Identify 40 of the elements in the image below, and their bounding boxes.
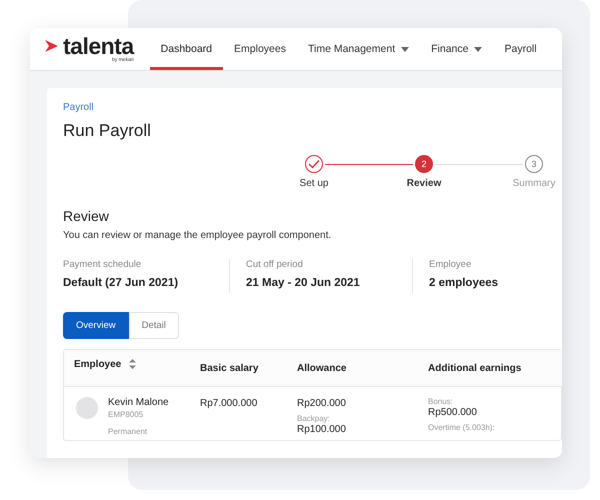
amount-label: Bonus:	[428, 397, 454, 406]
summary-value: 21 May - 20 Jun 2021	[246, 277, 361, 289]
step-label: Review	[406, 178, 442, 189]
summary-value: Default (27 Jun 2021)	[63, 277, 180, 289]
check-icon	[308, 159, 320, 169]
step-circle: 2	[415, 155, 433, 173]
summary-label: Cut off period	[246, 259, 304, 270]
step-label: Summary	[512, 178, 556, 189]
amount-label: Backpay:	[297, 414, 331, 423]
section-description: You can review or manage the employee payroll component.	[63, 230, 332, 241]
column-header: Allowance	[297, 362, 346, 374]
nav-tab[interactable]: Time Management	[296, 28, 420, 70]
amount-label: Overtime (5.003h):	[428, 423, 496, 432]
employment-type: Permanent	[108, 427, 148, 436]
amount-value: Rp7.000.000	[200, 398, 258, 409]
summary-value: 2 employees	[429, 277, 500, 289]
amount-value: Rp200.000	[297, 398, 347, 409]
amount-value: Rp500.000	[428, 407, 478, 418]
nav-tab[interactable]: Dashboard	[150, 28, 224, 70]
nav-tab[interactable]: Payroll	[493, 28, 548, 70]
employee-name: Kevin Malone	[108, 397, 169, 408]
nav-tab[interactable]: Finance	[420, 28, 494, 70]
nav-tab[interactable]: Employees	[223, 28, 297, 70]
chevron-logo-icon	[45, 39, 59, 53]
breadcrumb-link[interactable]: Payroll	[63, 102, 94, 113]
column-header: Employee	[74, 359, 122, 370]
section-title: Review	[63, 208, 110, 224]
view-tab[interactable]: Overview	[63, 312, 129, 339]
summary-label: Payment schedule	[63, 259, 142, 270]
employee-id: EMP8005	[108, 410, 144, 419]
amount-value: Rp100.000	[297, 424, 347, 435]
page-title: Run Payroll	[63, 121, 152, 141]
view-tab[interactable]: Detail	[128, 312, 179, 339]
avatar-placeholder	[76, 397, 98, 419]
step-circle: 3	[525, 155, 543, 173]
summary-label: Employee	[429, 259, 472, 270]
step-label: Set up	[300, 178, 328, 189]
column-header: Basic salary	[200, 362, 258, 374]
logo-wordmark: talenta	[63, 35, 134, 57]
column-header: Additional earnings	[428, 362, 522, 374]
